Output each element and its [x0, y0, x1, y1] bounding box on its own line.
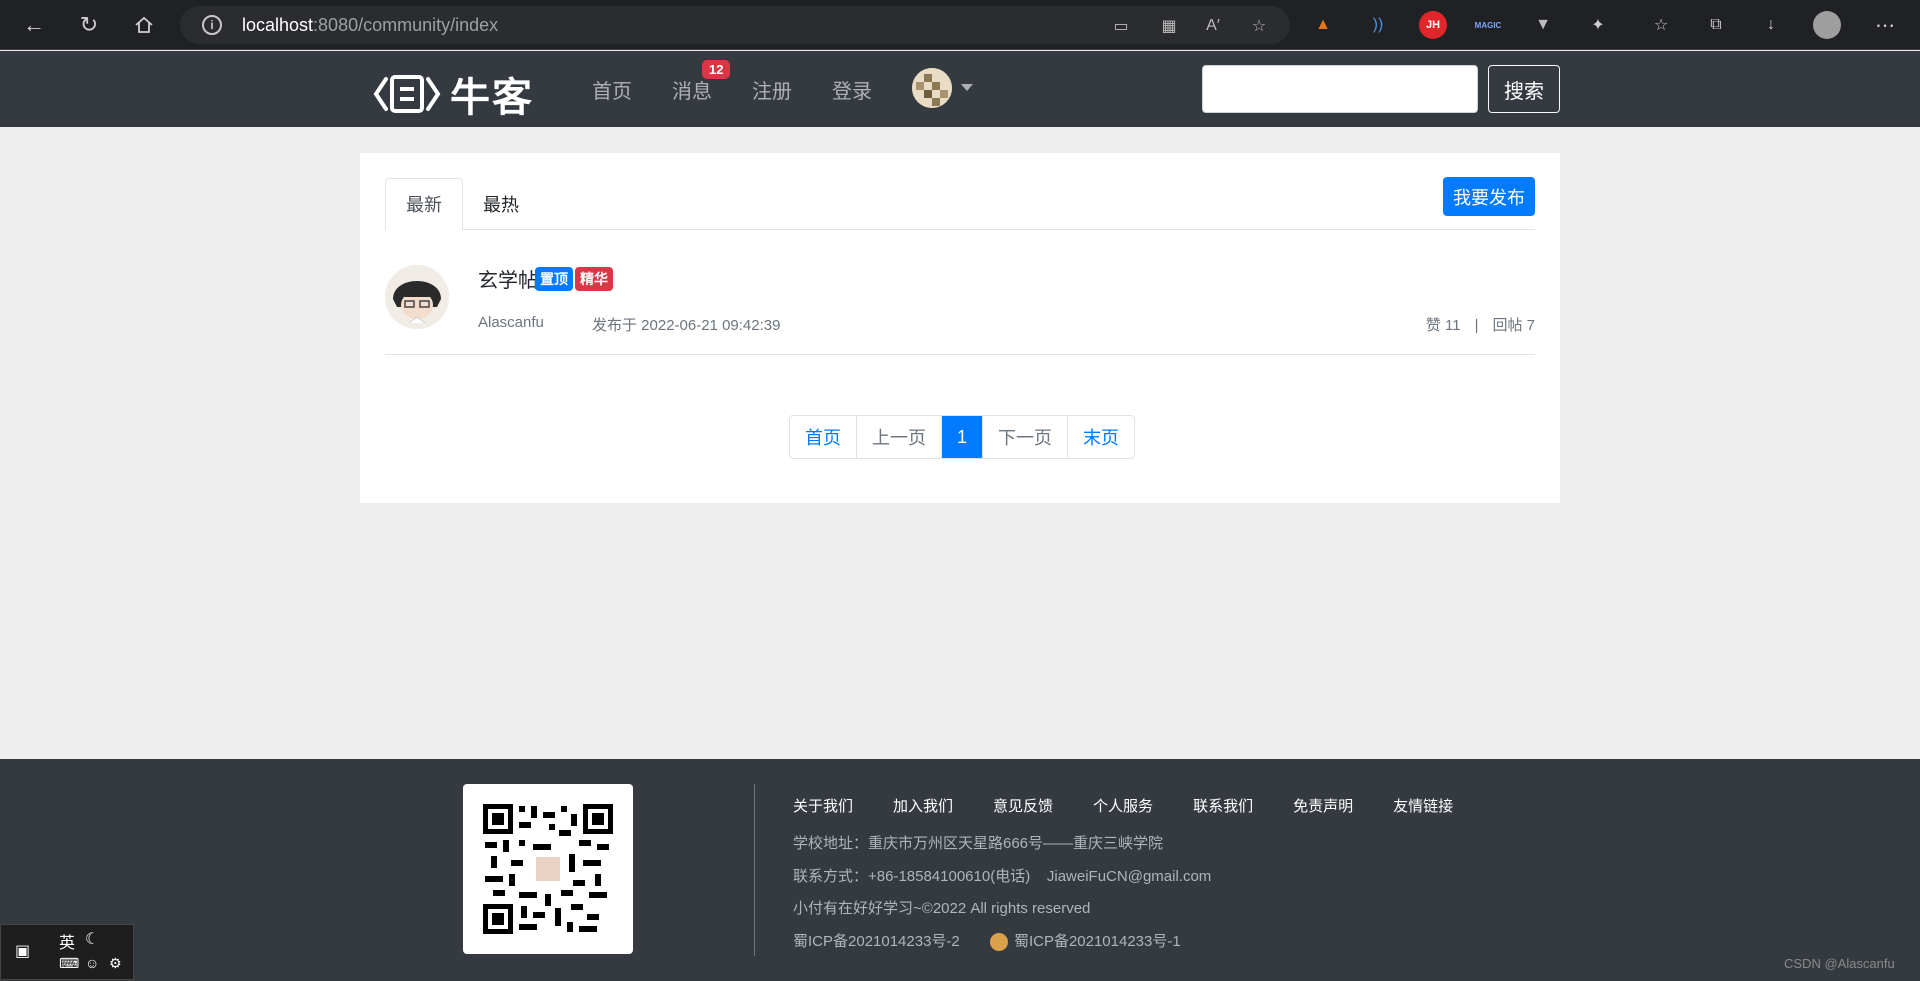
extensions-icon[interactable]: ✦ — [1583, 10, 1613, 40]
footer-contact: 联系方式：+86-18584100610(电话) JiaweiFuCN@gmai… — [793, 868, 1212, 885]
message-count-badge: 12 — [702, 60, 731, 79]
featured-badge: 精华 — [575, 267, 613, 291]
post-title[interactable]: 玄学帖 — [478, 264, 538, 293]
post-stats: 赞 11 | 回帖 7 — [1426, 314, 1535, 335]
logo-mark-icon — [373, 75, 441, 113]
police-badge-icon — [989, 933, 1008, 952]
qr-code-icon — [483, 804, 613, 934]
like-count: 赞 11 — [1425, 317, 1461, 334]
qr-code-icon[interactable]: ▦ — [1158, 15, 1180, 37]
home-icon[interactable] — [128, 9, 160, 41]
qr-code-image — [463, 784, 633, 954]
read-aloud-icon[interactable]: A′ — [1202, 15, 1224, 37]
vue-extension-icon[interactable]: ▼ — [1528, 10, 1558, 40]
post-tabs: 最新 最热 — [385, 178, 1535, 230]
logo-text: 牛客 — [450, 76, 534, 120]
address-bar[interactable]: i localhost:8080/community/index ▭ ▦ A′ … — [180, 6, 1290, 44]
stats-separator: | — [1474, 317, 1479, 334]
page-next[interactable]: 下一页 — [982, 416, 1068, 458]
add-favorite-icon[interactable]: ☆ — [1248, 15, 1270, 37]
footer-address: 学校地址：重庆市万州区天星路666号——重庆三峡学院 — [793, 835, 1164, 852]
search-input[interactable] — [1202, 65, 1478, 113]
nav-login[interactable]: 登录 — [832, 75, 872, 104]
post-author[interactable]: Alascanfu — [478, 314, 544, 331]
page-prev[interactable]: 上一页 — [856, 416, 941, 458]
post-date: 发布于 2022-06-21 09:42:39 — [592, 317, 781, 334]
user-avatar[interactable] — [912, 68, 952, 108]
nav-register[interactable]: 注册 — [752, 75, 792, 104]
jh-extension-icon[interactable]: JH — [1418, 10, 1448, 40]
logo[interactable]: 牛客 — [372, 65, 534, 123]
app-available-icon[interactable]: ▭ — [1110, 15, 1132, 37]
refresh-icon[interactable]: ↻ — [73, 9, 105, 41]
pagination: 首页 上一页 1 下一页 末页 — [789, 415, 1136, 459]
nav-messages[interactable]: 消息 — [672, 75, 712, 104]
footer-link-join[interactable]: 加入我们 — [893, 795, 953, 816]
icp-link-2[interactable]: 蜀ICP备2021014233号-1 — [1014, 933, 1181, 950]
footer-link-services[interactable]: 个人服务 — [1093, 795, 1153, 816]
favorites-icon[interactable]: ☆ — [1646, 10, 1676, 40]
site-info-icon[interactable]: i — [202, 15, 222, 35]
audio-extension-icon[interactable]: )) — [1363, 10, 1393, 40]
download-icon[interactable]: ↓ — [1756, 10, 1786, 40]
site-navbar: 牛客 首页 消息 12 注册 登录 搜索 — [0, 51, 1920, 127]
nav-home[interactable]: 首页 — [592, 75, 632, 104]
footer-icp: 蜀ICP备2021014233号-2 蜀ICP备2021014233号-1 — [793, 930, 1181, 952]
tab-hottest[interactable]: 最热 — [463, 178, 539, 230]
list-item: 玄学帖 置顶 精华 Alascanfu 发布于 2022-06-21 09:42… — [385, 243, 1535, 355]
site-footer: 关于我们 加入我们 意见反馈 个人服务 联系我们 免责声明 友情链接 学校地址：… — [0, 759, 1920, 981]
collections-icon[interactable]: ⧉ — [1701, 10, 1731, 40]
footer-divider — [754, 784, 755, 956]
icp-link-2-group: 蜀ICP备2021014233号-1 — [989, 933, 1181, 952]
tab-newest[interactable]: 最新 — [385, 178, 463, 230]
author-avatar[interactable] — [385, 265, 449, 329]
settings-icon[interactable]: ⚙ — [109, 955, 122, 972]
ime-language[interactable]: 英 — [59, 929, 75, 953]
page-current[interactable]: 1 — [941, 416, 983, 458]
footer-link-contact[interactable]: 联系我们 — [1193, 795, 1253, 816]
pinned-badge: 置顶 — [535, 267, 573, 291]
user-icon[interactable]: ☺ — [85, 955, 99, 971]
watermark: CSDN @Alascanfu — [1784, 956, 1895, 971]
profile-icon[interactable] — [1812, 10, 1842, 40]
reply-count: 回帖 7 — [1492, 317, 1535, 334]
post-list-card: 最新 最热 我要发布 玄学帖 置顶 精华 Alascanfu 发布于 2022-… — [360, 153, 1560, 503]
footer-link-disclaimer[interactable]: 免责声明 — [1293, 795, 1353, 816]
ime-toolbar: ▣ 英 ☾ ⌨ ☺ ⚙ — [0, 924, 134, 980]
back-icon[interactable]: ← — [18, 9, 50, 41]
image-icon[interactable]: ▣ — [15, 941, 30, 961]
browser-toolbar: ← ↻ i localhost:8080/community/index ▭ ▦… — [0, 0, 1920, 50]
search-button[interactable]: 搜索 — [1488, 65, 1560, 113]
user-dropdown-caret-icon[interactable] — [961, 84, 973, 91]
footer-copyright: 小付有在好好学习~©2022 All rights reserved — [793, 900, 1091, 917]
page-first[interactable]: 首页 — [790, 416, 856, 458]
publish-post-button[interactable]: 我要发布 — [1443, 177, 1535, 216]
magic-extension-icon[interactable]: MAGIC — [1473, 10, 1503, 40]
footer-links: 关于我们 加入我们 意见反馈 个人服务 联系我们 免责声明 友情链接 — [793, 795, 1493, 816]
footer-link-friends[interactable]: 友情链接 — [1393, 795, 1453, 816]
footer-link-feedback[interactable]: 意见反馈 — [993, 795, 1053, 816]
url-text[interactable]: localhost:8080/community/index — [242, 15, 498, 36]
icp-link-1[interactable]: 蜀ICP备2021014233号-2 — [793, 933, 960, 950]
page-last[interactable]: 末页 — [1067, 416, 1135, 458]
more-menu-icon[interactable]: ⋯ — [1870, 10, 1900, 40]
footer-link-about[interactable]: 关于我们 — [793, 795, 853, 816]
metamask-extension-icon[interactable]: ▲ — [1308, 10, 1338, 40]
keyboard-icon[interactable]: ⌨ — [59, 955, 79, 972]
moon-icon[interactable]: ☾ — [85, 929, 99, 949]
